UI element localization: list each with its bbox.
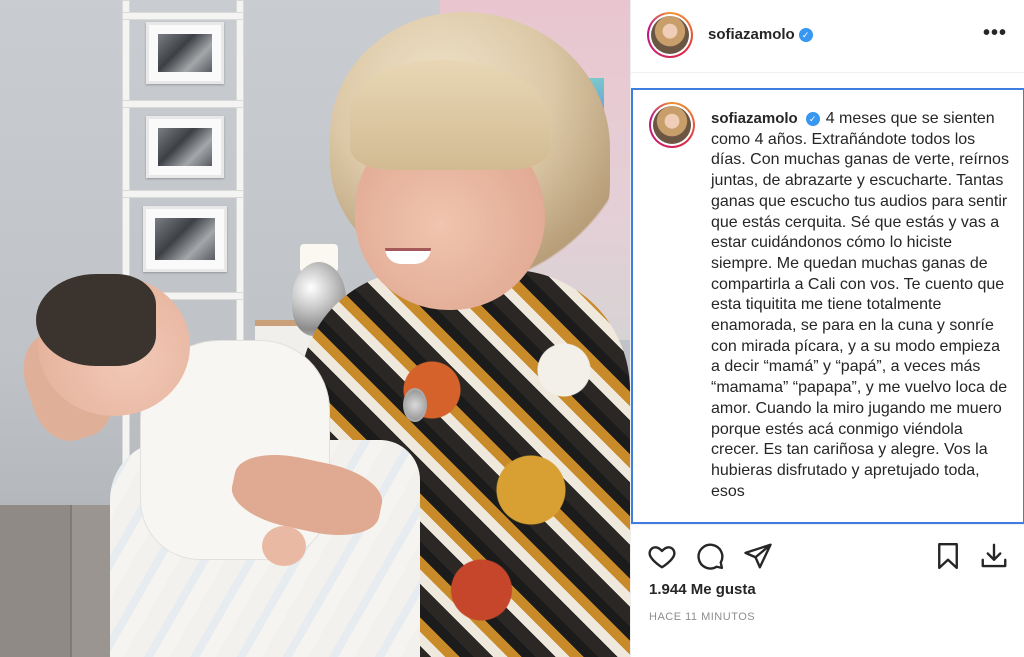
post-side-panel: sofiazamolo ✓ ••• sofiazamolo ✓ 4 meses que…	[630, 0, 1024, 657]
photo-baby-fist	[262, 526, 306, 566]
header-username[interactable]: sofiazamolo	[708, 26, 795, 43]
caption-body: 4 meses que se sienten como 4 años. Extr…	[711, 110, 1009, 500]
post-actions: 1.944 Me gusta HACE 11 MINUTOS	[631, 524, 1024, 657]
bookmark-icon[interactable]	[933, 541, 963, 571]
header-username-block: sofiazamolo ✓	[708, 26, 813, 44]
verified-badge-icon: ✓	[805, 111, 820, 126]
photo-frame	[146, 22, 224, 84]
header-avatar[interactable]	[647, 12, 693, 58]
post-header: sofiazamolo ✓ •••	[631, 0, 1024, 73]
photo-baby-hair	[36, 274, 156, 366]
caption-text-block: sofiazamolo ✓ 4 meses que se sienten como …	[711, 109, 1011, 502]
heart-icon[interactable]	[647, 541, 677, 571]
post-photo[interactable]	[0, 0, 630, 657]
photo-ladder-rung	[122, 12, 244, 20]
caption-username[interactable]: sofiazamolo	[711, 110, 798, 127]
photo-ladder-rung	[122, 190, 244, 198]
post-timestamp[interactable]: HACE 11 MINUTOS	[649, 611, 755, 623]
verified-badge-icon: ✓	[798, 27, 813, 42]
more-options-icon[interactable]: •••	[983, 22, 1007, 45]
photo-frame	[143, 206, 227, 272]
send-icon[interactable]	[743, 541, 773, 571]
caption-area[interactable]: sofiazamolo ✓ 4 meses que se sienten como …	[631, 88, 1024, 524]
photo-necklace-pendant	[403, 388, 427, 422]
photo-frame	[146, 116, 224, 178]
likes-count[interactable]: 1.944 Me gusta	[649, 581, 756, 598]
caption-avatar[interactable]	[649, 102, 695, 148]
download-icon[interactable]	[979, 541, 1009, 571]
comment-icon[interactable]	[695, 541, 725, 571]
photo-ladder-rung	[122, 100, 244, 108]
